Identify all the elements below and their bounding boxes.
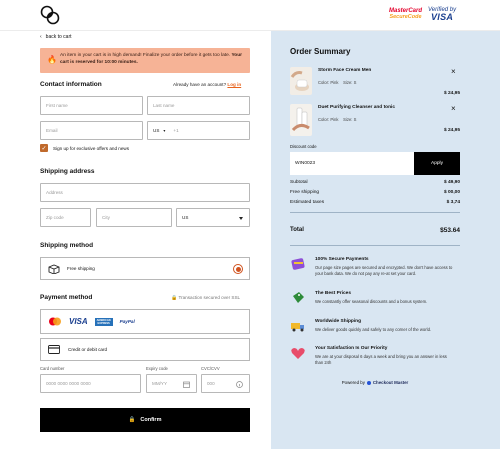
taxes-row: Estimated taxes $ 3,74: [290, 200, 460, 205]
phone-field[interactable]: US ▾ +1: [147, 121, 250, 140]
feature-worldwide-shipping: Worldwide Shipping We deliver goods quic…: [290, 318, 460, 342]
chevron-left-icon: ‹: [40, 34, 42, 40]
subtotal-row: Subtotal $ 49,90: [290, 180, 460, 185]
feature-secure-payments: 100% Secure Payments Our page size pages…: [290, 256, 460, 284]
remove-item-icon[interactable]: ×: [451, 67, 456, 76]
country-code-select[interactable]: US: [153, 128, 159, 133]
mastercard-securecode-badge: MasterCard SecureCode: [389, 8, 423, 20]
lock-icon: 🔒: [128, 417, 136, 423]
divider: [290, 245, 460, 246]
card-payment-option[interactable]: Credit or debit card: [40, 338, 250, 361]
remove-item-icon[interactable]: ×: [451, 104, 456, 113]
first-name-field[interactable]: First name: [40, 96, 143, 115]
card-number-field[interactable]: 0000 0000 0000 0000: [40, 374, 141, 393]
radio-selected-icon[interactable]: [233, 264, 243, 274]
trust-badges: MasterCard SecureCode Verified by VISA: [389, 6, 456, 22]
visa-logo: VISA: [69, 317, 88, 326]
verified-by-visa-badge: Verified by VISA: [428, 7, 457, 22]
cvc-label: CVC/CVV: [201, 366, 220, 371]
discount-label: Discount code: [290, 144, 317, 149]
info-icon[interactable]: [236, 381, 243, 388]
amex-logo: AMERICAN EXPRESS: [94, 317, 113, 326]
last-name-field[interactable]: Last name: [147, 96, 250, 115]
email-field[interactable]: Email: [40, 121, 143, 140]
price-tag-icon: [293, 292, 304, 303]
expiry-label: Expiry code: [146, 366, 168, 371]
shipping-title: Shipping address: [40, 168, 95, 175]
card-brands-row: VISA AMERICAN EXPRESS PayPal: [40, 309, 250, 334]
item-price: $ 24,95: [443, 91, 460, 96]
brand-logo-icon[interactable]: [40, 5, 60, 25]
top-bar: MasterCard SecureCode Verified by VISA: [0, 0, 500, 31]
account-prompt: Already have an account? Log in: [173, 82, 242, 87]
feature-best-prices: The Best Prices We constantly offer seas…: [290, 290, 460, 314]
powered-by: Powered by Checkout Master: [341, 380, 409, 385]
shipping-row: Free shipping $ 00,00: [290, 190, 460, 195]
heart-icon: [291, 348, 305, 359]
delivery-truck-icon: [291, 323, 304, 332]
calendar-icon: [183, 381, 190, 388]
paypal-logo: PayPal: [119, 319, 135, 324]
total-row: Total $53.64: [290, 227, 460, 234]
checkout-master-logo-icon: [366, 380, 371, 385]
cvc-field[interactable]: 000: [201, 374, 250, 393]
country-select[interactable]: US: [176, 208, 250, 227]
secure-payment-icon: [291, 258, 305, 270]
newsletter-checkbox[interactable]: ✓ Sign up for exclusive offers and news: [40, 144, 129, 152]
high-demand-alert: 🔥 An item in your cart is in high demand…: [40, 48, 250, 73]
divider: [290, 212, 460, 213]
lock-icon: 🔒: [171, 295, 178, 301]
feature-satisfaction: Your Satisfaction Is Our Priority We are…: [290, 345, 460, 371]
expiry-field[interactable]: MM/YY: [146, 374, 197, 393]
chevron-down-icon: ▾: [163, 128, 166, 133]
cart-item: Duet Purifying Cleanser and tonic Color:…: [290, 104, 460, 138]
back-to-cart-link[interactable]: ‹ back to cart: [40, 34, 72, 40]
payment-title: Payment method: [40, 294, 93, 301]
address-field[interactable]: Address: [40, 183, 250, 202]
package-icon: [48, 264, 60, 274]
item-price: $ 24,95: [443, 128, 460, 133]
ssl-note: 🔒 Transaction secured over SSL: [171, 295, 241, 301]
product-image: [290, 104, 312, 136]
chevron-down-icon: [239, 217, 243, 220]
credit-card-icon: [48, 345, 60, 354]
discount-code-input[interactable]: WIN0023: [290, 152, 414, 175]
card-number-label: Card number: [40, 366, 65, 371]
mastercard-icon: [49, 317, 61, 326]
contact-title: Contact information: [40, 81, 102, 88]
free-shipping-option[interactable]: Free shipping: [40, 257, 250, 280]
product-image: [290, 67, 312, 95]
fire-icon: 🔥: [47, 55, 57, 64]
order-summary-title: Order Summary: [290, 47, 351, 56]
zip-field[interactable]: Zip code: [40, 208, 91, 227]
shipping-method-title: Shipping method: [40, 242, 94, 249]
checkmark-icon: ✓: [40, 144, 48, 152]
city-field[interactable]: City: [96, 208, 172, 227]
apply-button[interactable]: Apply: [414, 152, 460, 175]
cart-item: Storm Face Cream Men Color: Pink Size: S…: [290, 67, 460, 101]
login-link[interactable]: Log in: [227, 82, 241, 87]
confirm-button[interactable]: 🔒 Confirm: [40, 408, 250, 432]
